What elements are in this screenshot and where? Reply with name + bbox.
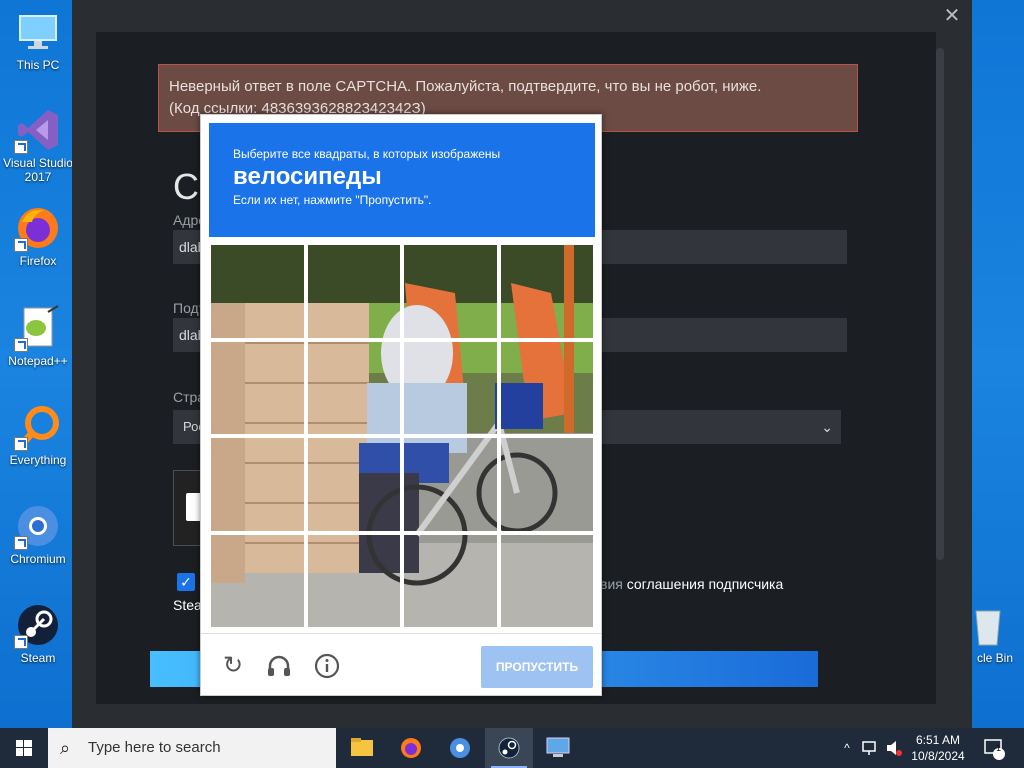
windows-logo-icon	[16, 740, 32, 756]
captcha-challenge: Выберите все квадраты, в которых изображ…	[200, 114, 602, 696]
reload-icon[interactable]: ↻	[219, 652, 247, 680]
firefox-icon	[14, 204, 62, 252]
captcha-instruction: Выберите все квадраты, в которых изображ…	[233, 147, 501, 161]
steam-icon	[498, 737, 520, 759]
subscriber-agreement-link[interactable]: соглашения подписчика	[627, 576, 784, 592]
desktop-icon-steam[interactable]: Steam	[2, 601, 74, 665]
desktop-icon-label: Chromium	[10, 552, 66, 566]
agree-text-prefix: вия	[600, 576, 623, 592]
captcha-tile[interactable]	[305, 339, 402, 436]
captcha-tile[interactable]	[209, 436, 306, 533]
taskbar-chromium[interactable]	[436, 728, 484, 768]
captcha-tile[interactable]	[305, 532, 402, 629]
captcha-target: велосипеды	[233, 163, 382, 190]
firefox-icon	[401, 738, 421, 758]
shortcut-arrow-icon	[14, 338, 28, 352]
chevron-up-icon[interactable]: ^	[838, 728, 856, 768]
shortcut-arrow-icon	[14, 437, 28, 451]
notification-icon[interactable]: 1	[982, 728, 1006, 768]
captcha-tile[interactable]	[209, 532, 306, 629]
taskbar-steam[interactable]	[485, 728, 533, 768]
captcha-tile[interactable]	[402, 532, 499, 629]
captcha-hint: Если их нет, нажмите "Пропустить".	[233, 193, 432, 207]
captcha-footer: ↻ ПРОПУСТИТЬ	[201, 633, 601, 695]
volume-muted-icon[interactable]	[884, 728, 904, 768]
taskbar-firefox[interactable]	[387, 728, 435, 768]
shortcut-arrow-icon	[14, 140, 28, 154]
search-icon: ⌕	[60, 738, 71, 758]
captcha-header: Выберите все квадраты, в которых изображ…	[209, 123, 595, 237]
shortcut-arrow-icon	[14, 536, 28, 550]
captcha-tile[interactable]	[498, 532, 595, 629]
info-icon[interactable]	[313, 652, 341, 680]
captcha-tile[interactable]	[209, 243, 306, 340]
desktop-icon-this-pc[interactable]: This PC	[2, 8, 74, 72]
agree-checkbox[interactable]: ✓	[177, 573, 195, 591]
taskbar: ⌕ Type here to search ^ 6:51 AM 10/8/202…	[0, 728, 1024, 768]
captcha-grid	[209, 243, 595, 629]
notepad-plus-plus-icon	[14, 304, 62, 352]
everything-search-icon	[14, 403, 62, 451]
captcha-tile[interactable]	[498, 436, 595, 533]
desktop-icon-label: Visual Studio 2017	[3, 156, 73, 184]
chromium-icon	[14, 502, 62, 550]
folder-icon	[351, 738, 373, 756]
remote-desktop-icon	[546, 737, 570, 757]
captcha-tile[interactable]	[209, 339, 306, 436]
network-icon[interactable]	[860, 728, 880, 768]
error-message: Неверный ответ в поле CAPTCHA. Пожалуйст…	[169, 78, 762, 95]
scrollbar[interactable]	[936, 48, 944, 560]
captcha-tile[interactable]	[498, 339, 595, 436]
captcha-tile[interactable]	[402, 243, 499, 340]
shortcut-arrow-icon	[14, 635, 28, 649]
notification-count: 1	[996, 743, 1002, 753]
system-clock[interactable]: 6:51 AM 10/8/2024	[908, 732, 968, 764]
audio-icon[interactable]	[265, 652, 293, 680]
desktop-icon-label: Notepad++	[8, 354, 68, 368]
desktop-icon-label: Steam	[20, 651, 56, 665]
desktop-icon-firefox[interactable]: Firefox	[2, 204, 74, 268]
taskbar-remote-desktop[interactable]	[534, 728, 582, 768]
start-button[interactable]	[0, 728, 48, 768]
monitor-icon	[14, 8, 62, 56]
captcha-tile[interactable]	[498, 243, 595, 340]
agree-text-right: вия соглашения подписчика	[600, 576, 783, 592]
taskbar-file-explorer[interactable]	[338, 728, 386, 768]
desktop-icon-notepad-plus-plus[interactable]: Notepad++	[2, 304, 74, 368]
clock-time: 6:51 AM	[915, 733, 961, 747]
captcha-tile[interactable]	[305, 436, 402, 533]
shortcut-arrow-icon	[14, 238, 28, 252]
desktop-icon-label: Everything	[9, 453, 67, 467]
desktop-icon-visual-studio[interactable]: Visual Studio 2017	[2, 106, 74, 184]
desktop-icon-label: This PC	[16, 58, 60, 72]
captcha-tile[interactable]	[402, 436, 499, 533]
desktop-icon-chromium[interactable]: Chromium	[2, 502, 74, 566]
clock-date: 10/8/2024	[911, 749, 965, 763]
skip-button[interactable]: ПРОПУСТИТЬ	[481, 646, 593, 688]
captcha-tile[interactable]	[305, 243, 402, 340]
captcha-image	[209, 243, 595, 629]
visual-studio-icon	[14, 106, 62, 154]
search-placeholder: Type here to search	[88, 739, 221, 756]
chevron-down-icon: ⌄	[821, 419, 833, 435]
taskbar-search[interactable]: ⌕ Type here to search	[48, 728, 336, 768]
steam-icon	[14, 601, 62, 649]
desktop-icon-everything[interactable]: Everything	[2, 403, 74, 467]
desktop-icon-label: Firefox	[19, 254, 57, 268]
captcha-tile[interactable]	[402, 339, 499, 436]
close-icon[interactable]: ✕	[940, 4, 964, 28]
chromium-icon	[450, 738, 470, 758]
